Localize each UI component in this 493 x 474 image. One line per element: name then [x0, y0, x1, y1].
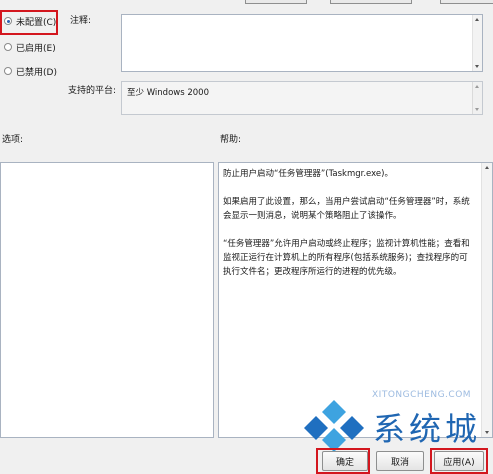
- help-paragraph: 防止用户启动“任务管理器”(Taskmgr.exe)。: [223, 169, 393, 179]
- radio-label-enabled: 已启用(E): [16, 43, 56, 54]
- options-label: 选项:: [2, 135, 24, 145]
- scroll-down-icon[interactable]: [484, 431, 489, 434]
- help-scrollbar[interactable]: [481, 163, 492, 437]
- comment-scrollbar[interactable]: [472, 15, 482, 71]
- platform-scrollbar[interactable]: [472, 82, 482, 114]
- supported-platform-value: 至少 Windows 2000: [127, 88, 209, 98]
- radio-disabled[interactable]: 已禁用(D): [4, 64, 57, 78]
- radio-button-icon: [4, 43, 12, 51]
- radio-label-disabled: 已禁用(D): [16, 67, 57, 78]
- help-label: 帮助:: [220, 135, 242, 145]
- cancel-button[interactable]: 取消: [376, 451, 424, 471]
- radio-button-icon: [4, 67, 12, 75]
- scroll-up-icon[interactable]: [475, 18, 479, 21]
- top-button-stub-1: [245, 0, 307, 4]
- scroll-down-icon[interactable]: [475, 65, 479, 68]
- scroll-up-icon[interactable]: [484, 166, 489, 169]
- options-panel: [0, 162, 214, 438]
- supported-platform-box: 至少 Windows 2000: [121, 81, 483, 115]
- scroll-down-icon[interactable]: [475, 108, 479, 111]
- scroll-up-icon[interactable]: [475, 85, 479, 88]
- top-button-stub-3: [440, 0, 493, 4]
- ok-button-highlight: [316, 448, 370, 474]
- watermark-logo-icon: [304, 400, 364, 452]
- help-text: 防止用户启动“任务管理器”(Taskmgr.exe)。 如果启用了此设置，那么，…: [223, 167, 473, 293]
- apply-button-highlight: [430, 448, 488, 474]
- top-button-stub-2: [330, 0, 412, 4]
- watermark-text: 系统城: [373, 410, 482, 448]
- highlight-box-not-configured: [0, 10, 58, 35]
- help-paragraph: 如果启用了此设置，那么，当用户尝试启动“任务管理器”时，系统会显示一则消息，说明…: [223, 197, 470, 221]
- watermark-url: XITONGCHENG.COM: [372, 390, 472, 400]
- comment-label: 注释:: [70, 16, 92, 26]
- supported-platform-label: 支持的平台:: [68, 86, 117, 96]
- radio-enabled[interactable]: 已启用(E): [4, 40, 56, 54]
- comment-textarea[interactable]: [121, 14, 483, 72]
- help-paragraph: “任务管理器”允许用户启动或终止程序；监视计算机性能；查看和监视正运行在计算机上…: [223, 239, 470, 277]
